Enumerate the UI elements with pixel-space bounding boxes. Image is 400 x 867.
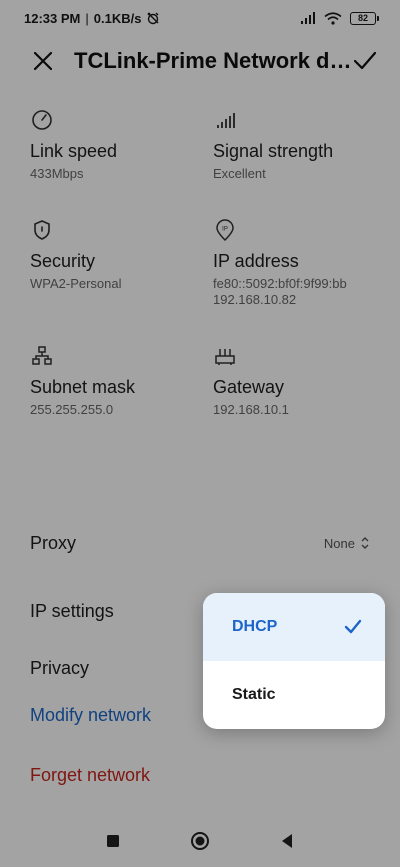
ip-settings-dropdown: DHCP Static <box>203 593 385 729</box>
modal-scrim[interactable] <box>0 0 400 867</box>
option-static-label: Static <box>232 686 276 703</box>
selected-check-icon <box>344 619 362 634</box>
option-dhcp[interactable]: DHCP <box>203 593 385 661</box>
option-dhcp-label: DHCP <box>232 618 278 635</box>
option-static[interactable]: Static <box>203 661 385 729</box>
